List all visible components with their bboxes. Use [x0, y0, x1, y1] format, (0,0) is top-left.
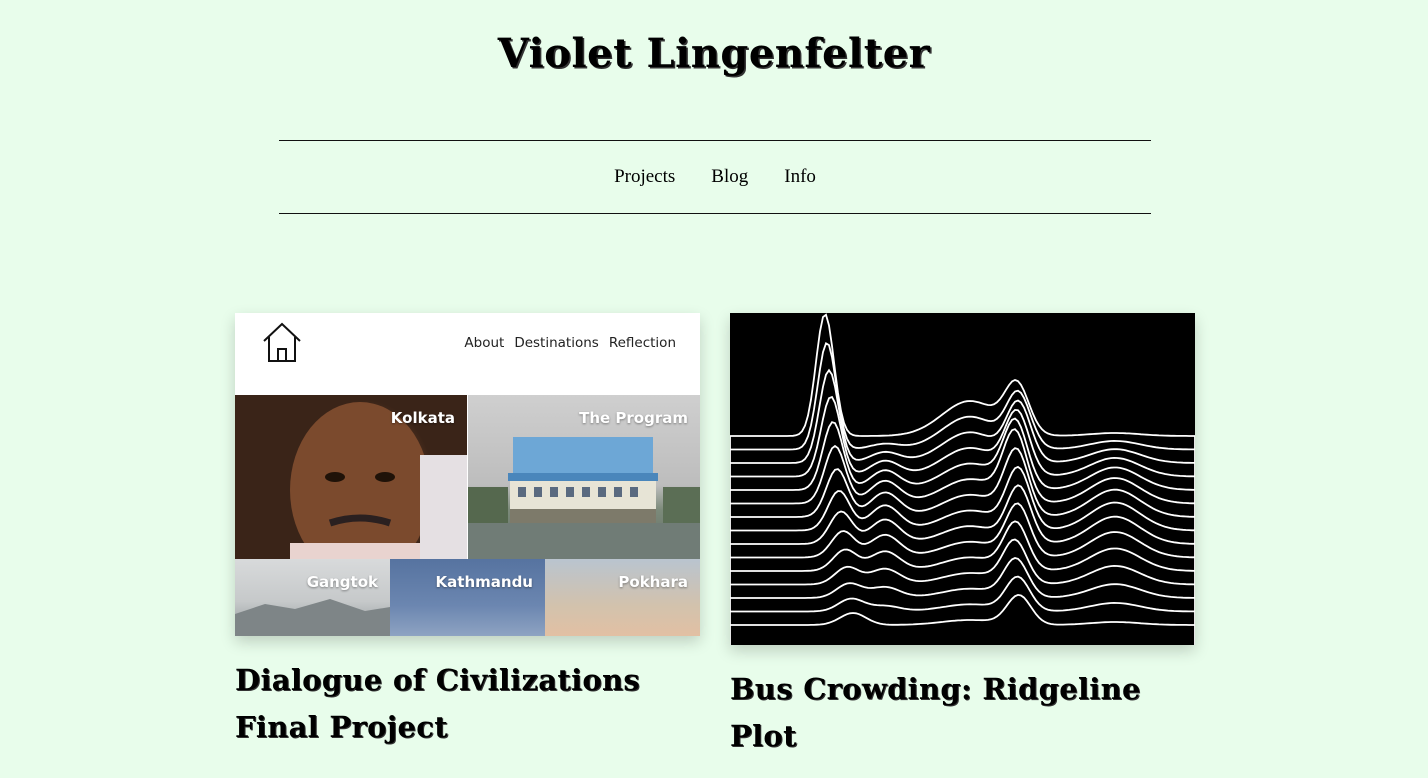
- nav-info[interactable]: Info: [784, 166, 816, 188]
- project-thumbnail-dialogue[interactable]: About Destinations Reflection Kolkata Th…: [235, 313, 700, 636]
- tile-kathmandu: Kathmandu: [390, 559, 545, 636]
- thumbnail-mini-links: About Destinations Reflection: [464, 335, 676, 351]
- project-thumbnail-ridgeline[interactable]: [730, 313, 1195, 645]
- tile-gangtok: Gangtok: [235, 559, 390, 636]
- project-title-dialogue[interactable]: Dialogue of Civilizations Final Project: [235, 657, 705, 751]
- nav-projects[interactable]: Projects: [614, 166, 675, 188]
- thumbnail-mini-nav: About Destinations Reflection: [235, 313, 700, 395]
- thumbnail-link-about: About: [464, 335, 505, 351]
- mountain-image: [235, 599, 390, 636]
- thumbnail-link-reflection: Reflection: [608, 335, 676, 351]
- ridgeline-graphic: [730, 313, 1195, 645]
- nav-blog[interactable]: Blog: [711, 166, 748, 188]
- tile-the-program: The Program: [468, 395, 700, 559]
- tile-label-pokhara: Pokhara: [618, 573, 688, 591]
- main-nav: Projects Blog Info: [279, 140, 1151, 214]
- site-title[interactable]: Violet Lingenfelter: [0, 30, 1428, 77]
- house-icon: [261, 321, 303, 369]
- tile-label-gangtok: Gangtok: [306, 573, 378, 591]
- tile-label-kolkata: Kolkata: [390, 409, 455, 427]
- thumbnail-link-destinations: Destinations: [514, 335, 599, 351]
- tile-label-the-program: The Program: [579, 409, 688, 427]
- project-title-bus-crowding[interactable]: Bus Crowding: Ridgeline Plot: [730, 666, 1200, 760]
- tile-kolkata: Kolkata: [235, 395, 467, 559]
- tile-pokhara: Pokhara: [545, 559, 700, 636]
- tile-label-kathmandu: Kathmandu: [435, 573, 533, 591]
